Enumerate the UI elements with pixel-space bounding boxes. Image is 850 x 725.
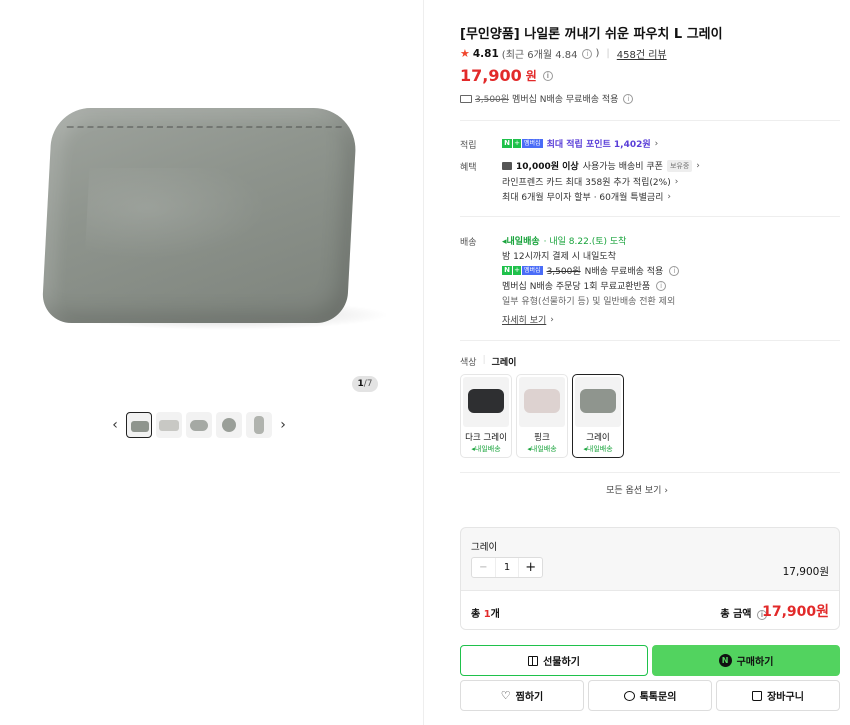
thumbnail-3[interactable] — [186, 412, 212, 438]
selected-item-box: 그레이 − 1 + 17,900원 총 1개 총 금액 i 17,900원 — [460, 527, 840, 630]
all-options-link[interactable]: 모든 옵션 보기 › — [424, 483, 850, 496]
exchange-info-icon[interactable]: i — [656, 280, 667, 291]
add-to-cart-button[interactable]: 장바구니 — [716, 680, 840, 711]
product-gallery: 1/7 ‹ › — [0, 0, 424, 725]
info-icon[interactable]: i — [582, 48, 593, 59]
chat-icon — [623, 690, 635, 701]
wish-button[interactable]: ♡ 찜하기 — [460, 680, 584, 711]
increase-button[interactable]: + — [518, 558, 542, 577]
divider — [460, 472, 840, 473]
installment-row[interactable]: 최대 6개월 무이자 할부 · 60개월 특별금리 › — [502, 190, 671, 204]
card-benefit-row[interactable]: 라인프렌즈 카드 최대 358원 추가 적립(2%) › — [502, 175, 678, 189]
delivery-cutoff: 밤 12시까지 결제 시 내일도착 — [502, 252, 616, 262]
price-info-icon[interactable]: i — [542, 70, 553, 81]
thumbnail-5[interactable] — [246, 412, 272, 438]
star-icon: ★ — [460, 47, 470, 60]
exchange-row: 멤버십 N배송 주문당 1회 무료교환반품 i — [502, 279, 667, 292]
n-delivery-info-icon[interactable]: i — [669, 265, 680, 276]
bag-icon — [752, 690, 763, 701]
point-row[interactable]: N + 멤버십 최대 적립 포인트 1,402원 › — [502, 137, 658, 150]
total-label: 총 금액 i — [720, 605, 767, 620]
npay-membership-badge: N + 멤버십 — [502, 139, 543, 148]
option-header: 색상 | 그레이 — [460, 355, 517, 368]
heart-icon: ♡ — [500, 689, 511, 702]
total-price: 17,900원 — [762, 604, 829, 620]
divider — [460, 216, 840, 217]
delivery-more-link[interactable]: 자세히 보기 › — [502, 313, 554, 327]
product-title: [무인양품] 나일론 꺼내기 쉬운 파우치 L 그레이 — [460, 27, 723, 42]
divider — [460, 120, 840, 121]
chevron-right-icon[interactable]: › — [276, 410, 290, 440]
shipping-summary: 3,500원 멤버십 N배송 무료배송 적용 i — [460, 92, 634, 105]
thumbnail-1[interactable] — [126, 412, 152, 438]
coupon-icon — [502, 161, 512, 170]
tomorrow-delivery-badge: ◂내일배송 — [502, 237, 540, 247]
npay-icon: N — [718, 654, 732, 667]
line-price: 17,900원 — [782, 566, 829, 578]
total-quantity: 총 1개 — [471, 609, 500, 620]
truck-icon — [460, 94, 472, 103]
product-detail-panel: [무인양품] 나일론 꺼내기 쉬운 파우치 L 그레이 ★ 4.81 (최근 6… — [424, 0, 850, 725]
thumbnail-4[interactable] — [216, 412, 242, 438]
coupon-row[interactable]: 10,000원 이상 사용가능 배송비 쿠폰 보유중 › — [502, 159, 700, 172]
point-label: 적립 — [460, 141, 477, 151]
chevron-left-icon[interactable]: ‹ — [108, 410, 122, 440]
coupon-owned-tag: 보유중 — [666, 159, 693, 172]
option-pink[interactable]: 핑크 ◂내일배송 — [516, 374, 568, 458]
rating-recent: (최근 6개월 4.84 — [501, 50, 578, 61]
exclude-note: 일부 유형(선물하기 등) 및 일반배송 전환 제외 — [502, 297, 676, 307]
quantity-value[interactable]: 1 — [496, 558, 519, 577]
talk-inquiry-button[interactable]: 톡톡문의 — [588, 680, 712, 711]
rating-row: ★ 4.81 (최근 6개월 4.84 i) | 458건 리뷰 — [460, 46, 667, 61]
product-price: 17,900 원 i — [460, 66, 553, 85]
shipping-info-icon[interactable]: i — [623, 93, 634, 104]
review-count-link[interactable]: 458건 리뷰 — [617, 46, 667, 61]
thumbnail-2[interactable] — [156, 412, 182, 438]
gift-button[interactable]: 선물하기 — [460, 645, 648, 676]
benefit-label: 혜택 — [460, 163, 477, 173]
npay-membership-badge: N + 멤버십 — [502, 266, 543, 275]
product-image[interactable] — [41, 108, 358, 323]
gallery-page-indicator: 1/7 — [352, 376, 378, 392]
quantity-stepper: − 1 + — [471, 557, 543, 578]
tomorrow-delivery-row: ◂내일배송 · 내일 8.22.(토) 도착 — [502, 234, 626, 247]
color-options: 다크 그레이 ◂내일배송 핑크 ◂내일배송 그레이 ◂내일배송 — [460, 374, 624, 458]
option-gray[interactable]: 그레이 ◂내일배송 — [572, 374, 624, 458]
option-dark-gray[interactable]: 다크 그레이 ◂내일배송 — [460, 374, 512, 458]
buy-button[interactable]: N 구매하기 — [652, 645, 840, 676]
n-delivery-row: N + 멤버십 3,500원 N배송 무료배송 적용 i — [502, 264, 680, 277]
total-row: 총 1개 총 금액 i 17,900원 — [461, 590, 839, 629]
cart-option-name: 그레이 — [471, 542, 498, 553]
thumbnail-strip: ‹ › — [108, 410, 290, 440]
delivery-label: 배송 — [460, 238, 477, 248]
gift-icon — [528, 655, 539, 666]
divider — [460, 340, 840, 341]
rating-score: 4.81 — [472, 47, 499, 60]
decrease-button[interactable]: − — [472, 558, 496, 577]
